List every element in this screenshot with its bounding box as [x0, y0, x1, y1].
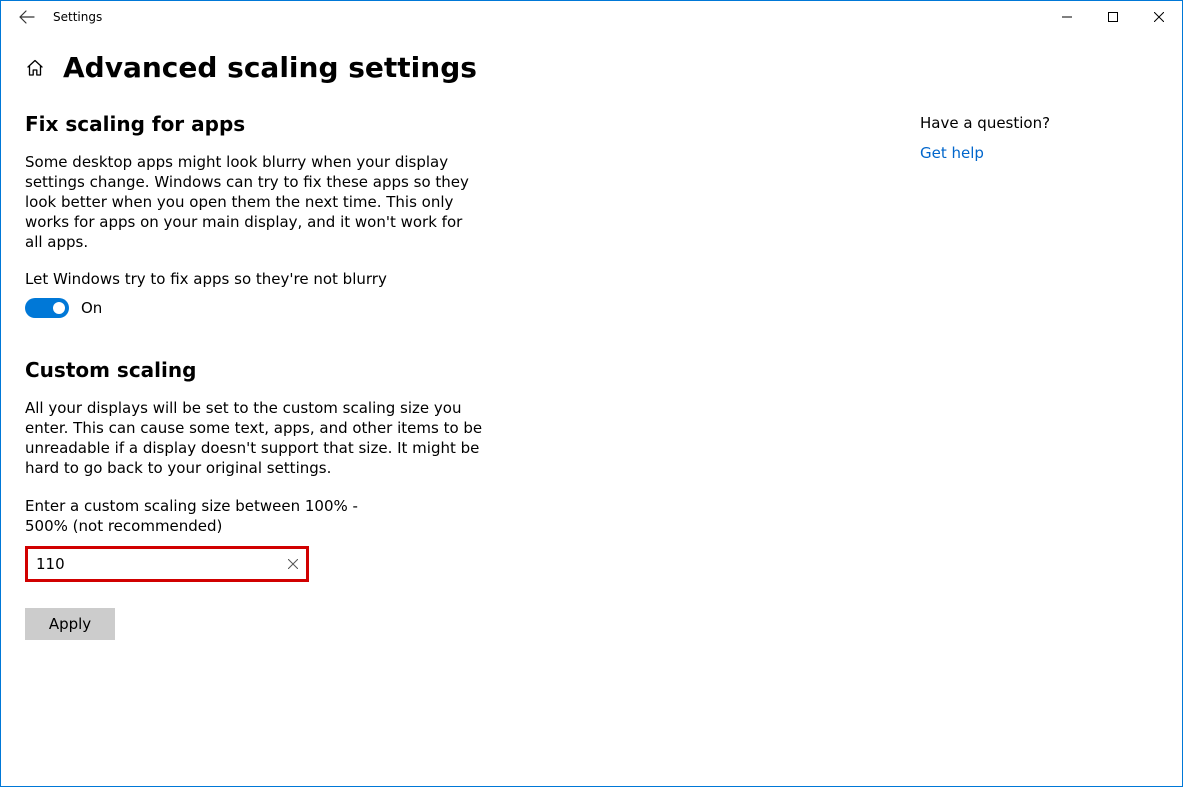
maximize-button[interactable]	[1090, 1, 1136, 33]
home-button[interactable]	[25, 58, 45, 78]
minimize-button[interactable]	[1044, 1, 1090, 33]
toggle-knob	[53, 302, 65, 314]
blurry-apps-toggle[interactable]	[25, 298, 69, 318]
clear-input-button[interactable]	[281, 550, 306, 578]
custom-scaling-description: All your displays will be set to the cus…	[25, 398, 485, 478]
home-icon	[25, 58, 45, 78]
blurry-apps-toggle-label: Let Windows try to fix apps so they're n…	[25, 270, 645, 288]
fix-scaling-description: Some desktop apps might look blurry when…	[25, 152, 475, 252]
custom-scaling-heading: Custom scaling	[25, 358, 645, 382]
fix-scaling-heading: Fix scaling for apps	[25, 112, 645, 136]
page-title: Advanced scaling settings	[63, 51, 477, 84]
close-icon	[1154, 12, 1164, 22]
titlebar: Settings	[1, 1, 1182, 33]
close-button[interactable]	[1136, 1, 1182, 33]
settings-window: Settings Advanced scaling settings Fix s…	[0, 0, 1183, 787]
arrow-left-icon	[19, 9, 35, 25]
apply-button[interactable]: Apply	[25, 608, 115, 640]
custom-scaling-input-wrapper	[25, 546, 309, 582]
x-icon	[288, 559, 298, 569]
help-column: Have a question? Get help	[920, 112, 1050, 640]
custom-scaling-input[interactable]	[28, 549, 281, 579]
help-heading: Have a question?	[920, 114, 1050, 132]
content-area: Advanced scaling settings Fix scaling fo…	[1, 33, 1182, 786]
main-column: Fix scaling for apps Some desktop apps m…	[25, 112, 645, 640]
app-title: Settings	[47, 10, 102, 24]
custom-scaling-input-label: Enter a custom scaling size between 100%…	[25, 496, 405, 536]
back-button[interactable]	[7, 1, 47, 33]
window-controls	[1044, 1, 1182, 33]
toggle-state-label: On	[81, 299, 102, 317]
minimize-icon	[1062, 12, 1072, 22]
maximize-icon	[1108, 12, 1118, 22]
page-header: Advanced scaling settings	[25, 51, 1158, 84]
get-help-link[interactable]: Get help	[920, 144, 1050, 162]
